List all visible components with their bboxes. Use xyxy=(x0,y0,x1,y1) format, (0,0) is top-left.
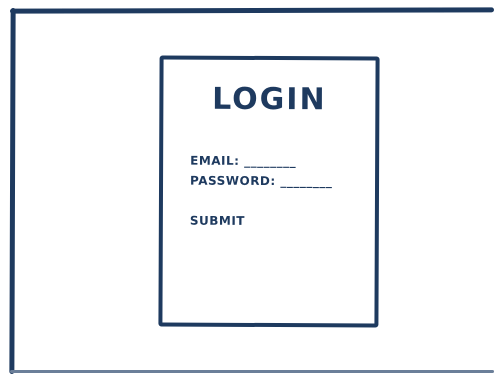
email-input[interactable]: ________ xyxy=(244,154,296,168)
outer-frame-left xyxy=(9,7,16,374)
password-field[interactable]: PASSWORD: ________ xyxy=(190,174,332,189)
submit-button[interactable]: SUBMIT xyxy=(190,214,245,228)
email-label: EMAIL: xyxy=(190,153,240,168)
password-input[interactable]: ________ xyxy=(280,174,332,188)
outer-frame-top xyxy=(9,7,494,14)
password-label: PASSWORD: xyxy=(190,173,276,189)
login-title: LOGIN xyxy=(212,81,327,118)
email-field[interactable]: EMAIL: ________ xyxy=(190,154,296,168)
login-card: LOGIN EMAIL: ________ PASSWORD: ________… xyxy=(158,55,380,328)
outer-frame-bottom xyxy=(10,370,494,373)
